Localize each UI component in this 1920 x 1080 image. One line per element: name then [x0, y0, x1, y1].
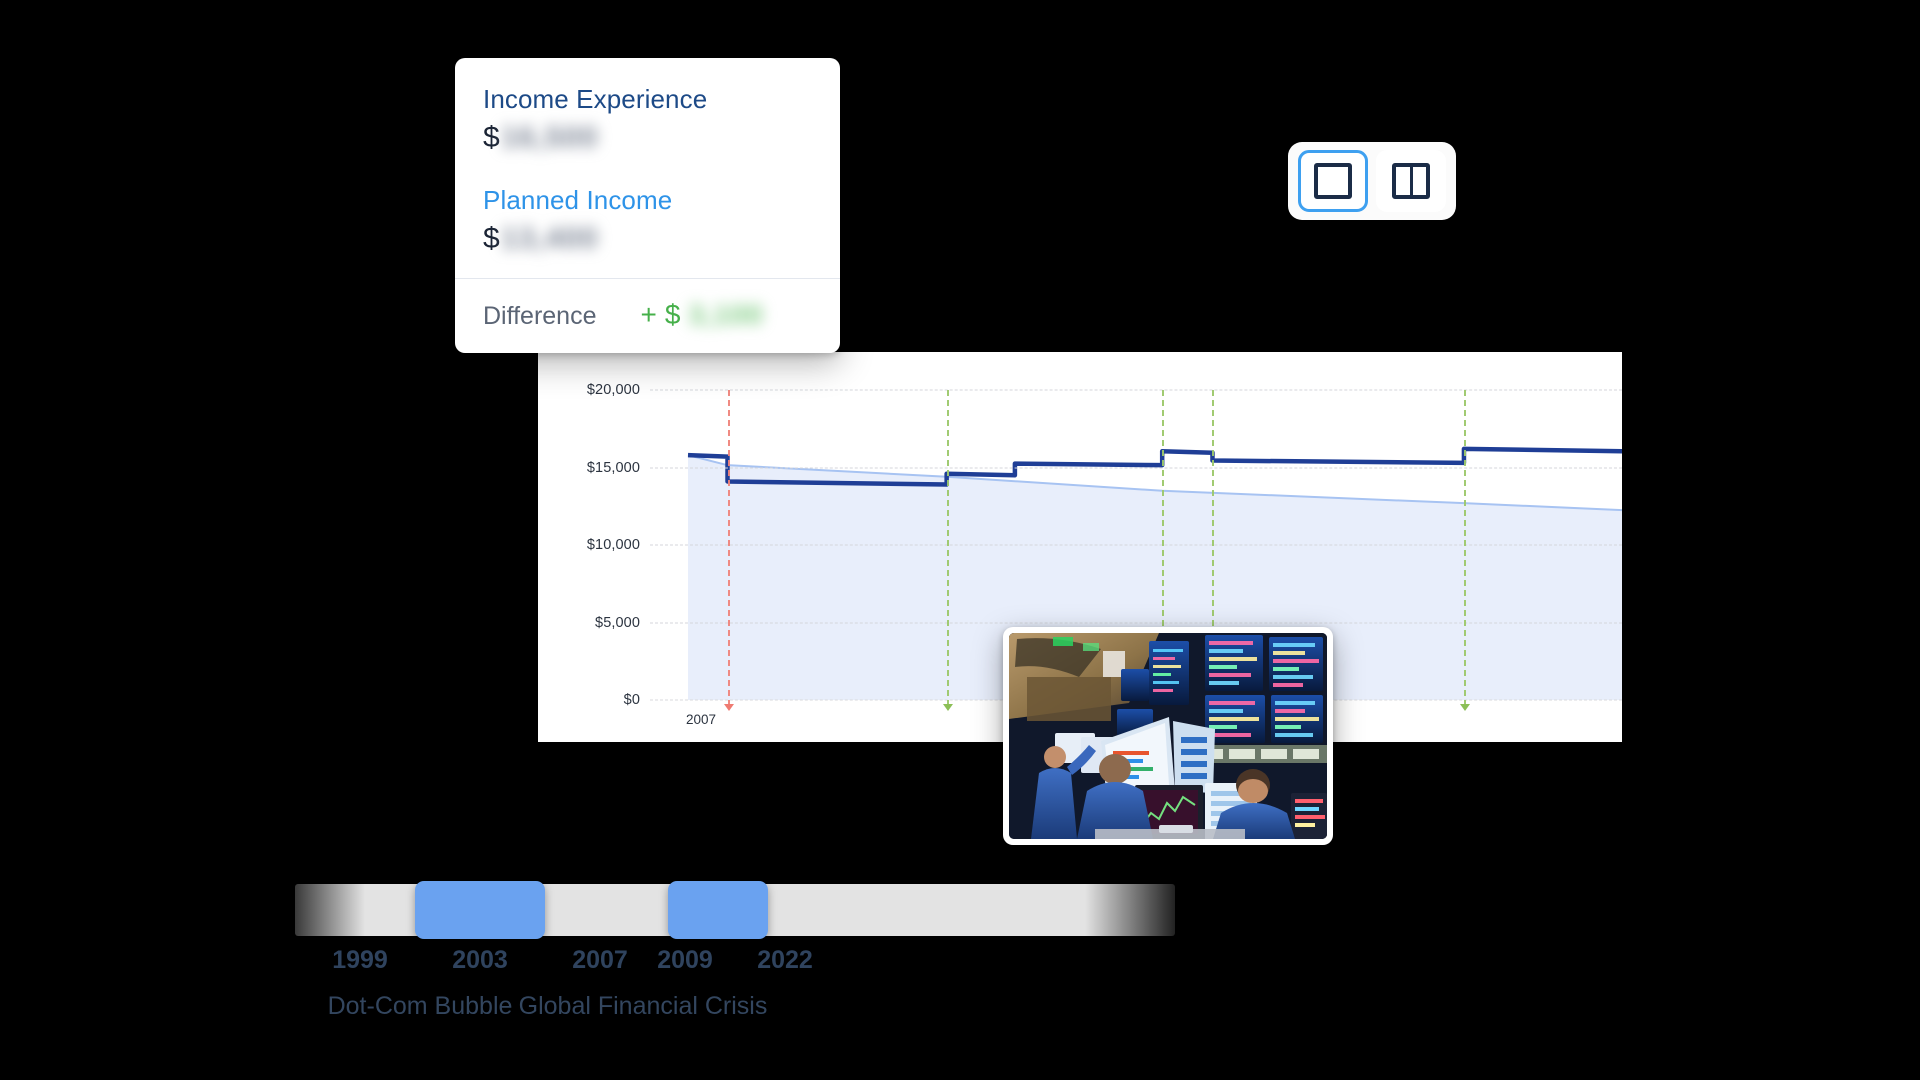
planned-income-value-redacted: 13,400 [500, 222, 599, 255]
split-pane-view-button[interactable] [1376, 150, 1446, 212]
timeline-year-label[interactable]: 2022 [757, 946, 813, 975]
difference-label: Difference [483, 302, 597, 330]
income-experience-amount: $ 16,500 [483, 121, 812, 155]
timeline-range-block[interactable] [414, 881, 545, 939]
chart-gridline [650, 467, 1622, 468]
x-axis-tick-label: 2007 [686, 712, 717, 727]
y-axis-tick-label: $0 [623, 692, 640, 708]
timeline-year-label[interactable]: 2009 [657, 946, 713, 975]
chart-event-marker-line[interactable] [1463, 390, 1466, 706]
timeline-year-label[interactable]: 1999 [332, 946, 388, 975]
chart-gridline [650, 389, 1622, 391]
y-axis-tick-label: $20,000 [586, 382, 640, 398]
y-axis-tick-label: $15,000 [586, 459, 640, 476]
timeline-year-label[interactable]: 2007 [572, 946, 628, 975]
chart-gridline [650, 544, 1622, 546]
chart-event-marker-line[interactable] [727, 390, 730, 706]
income-comparison-tooltip: Income Experience $ 16,500 Planned Incom… [455, 58, 840, 353]
difference-currency-symbol: $ [664, 299, 681, 330]
event-timeline-slider[interactable]: 1999 2003 2007 2009 2022 Dot-Com Bubble Globa… [295, 881, 1175, 1054]
event-photo-card[interactable] [1003, 627, 1333, 845]
tooltip-difference-row: Difference + $ 3,100 [455, 279, 840, 353]
planned-income-currency-symbol: $ [483, 222, 500, 255]
difference-value-redacted: 3,100 [688, 299, 764, 330]
timeline-event-label[interactable]: Dot-Com Bubble [328, 992, 513, 1021]
planned-income-label: Planned Income [483, 185, 673, 215]
difference-sign: + [640, 299, 657, 330]
split-pane-icon [1392, 163, 1430, 199]
chart-event-marker-line[interactable] [946, 390, 949, 706]
trading-floor-illustration [1009, 633, 1327, 839]
stock-exchange-trading-floor-photo [1009, 633, 1327, 839]
timeline-range-block[interactable] [668, 881, 768, 939]
timeline-year-label[interactable]: 2003 [452, 946, 508, 975]
income-experience-label: Income Experience [483, 84, 708, 114]
app-canvas: $0 $5,000 $10,000 $15,000 $20,000 2007 Incom… [0, 0, 1920, 1080]
single-pane-view-button[interactable] [1298, 150, 1368, 212]
planned-income-amount: $ 13,400 [483, 222, 812, 256]
single-pane-icon [1314, 163, 1352, 199]
income-experience-value-redacted: 16,500 [500, 121, 599, 154]
chart-event-marker-cap [942, 704, 953, 711]
timeline-event-label[interactable]: Global Financial Crisis [519, 992, 768, 1021]
chart-event-marker-cap [1459, 704, 1470, 711]
chart-event-marker-cap [723, 704, 734, 711]
income-experience-currency-symbol: $ [483, 121, 500, 154]
chart-gridline [650, 622, 1622, 623]
difference-amount: + $ 3,100 [641, 299, 764, 331]
tooltip-body: Income Experience $ 16,500 Planned Incom… [455, 58, 840, 278]
chart-y-axis: $0 $5,000 $10,000 $15,000 $20,000 [538, 352, 648, 742]
view-mode-toggle-group[interactable] [1288, 142, 1456, 220]
y-axis-tick-label: $10,000 [586, 537, 640, 553]
y-axis-tick-label: $5,000 [595, 614, 640, 631]
